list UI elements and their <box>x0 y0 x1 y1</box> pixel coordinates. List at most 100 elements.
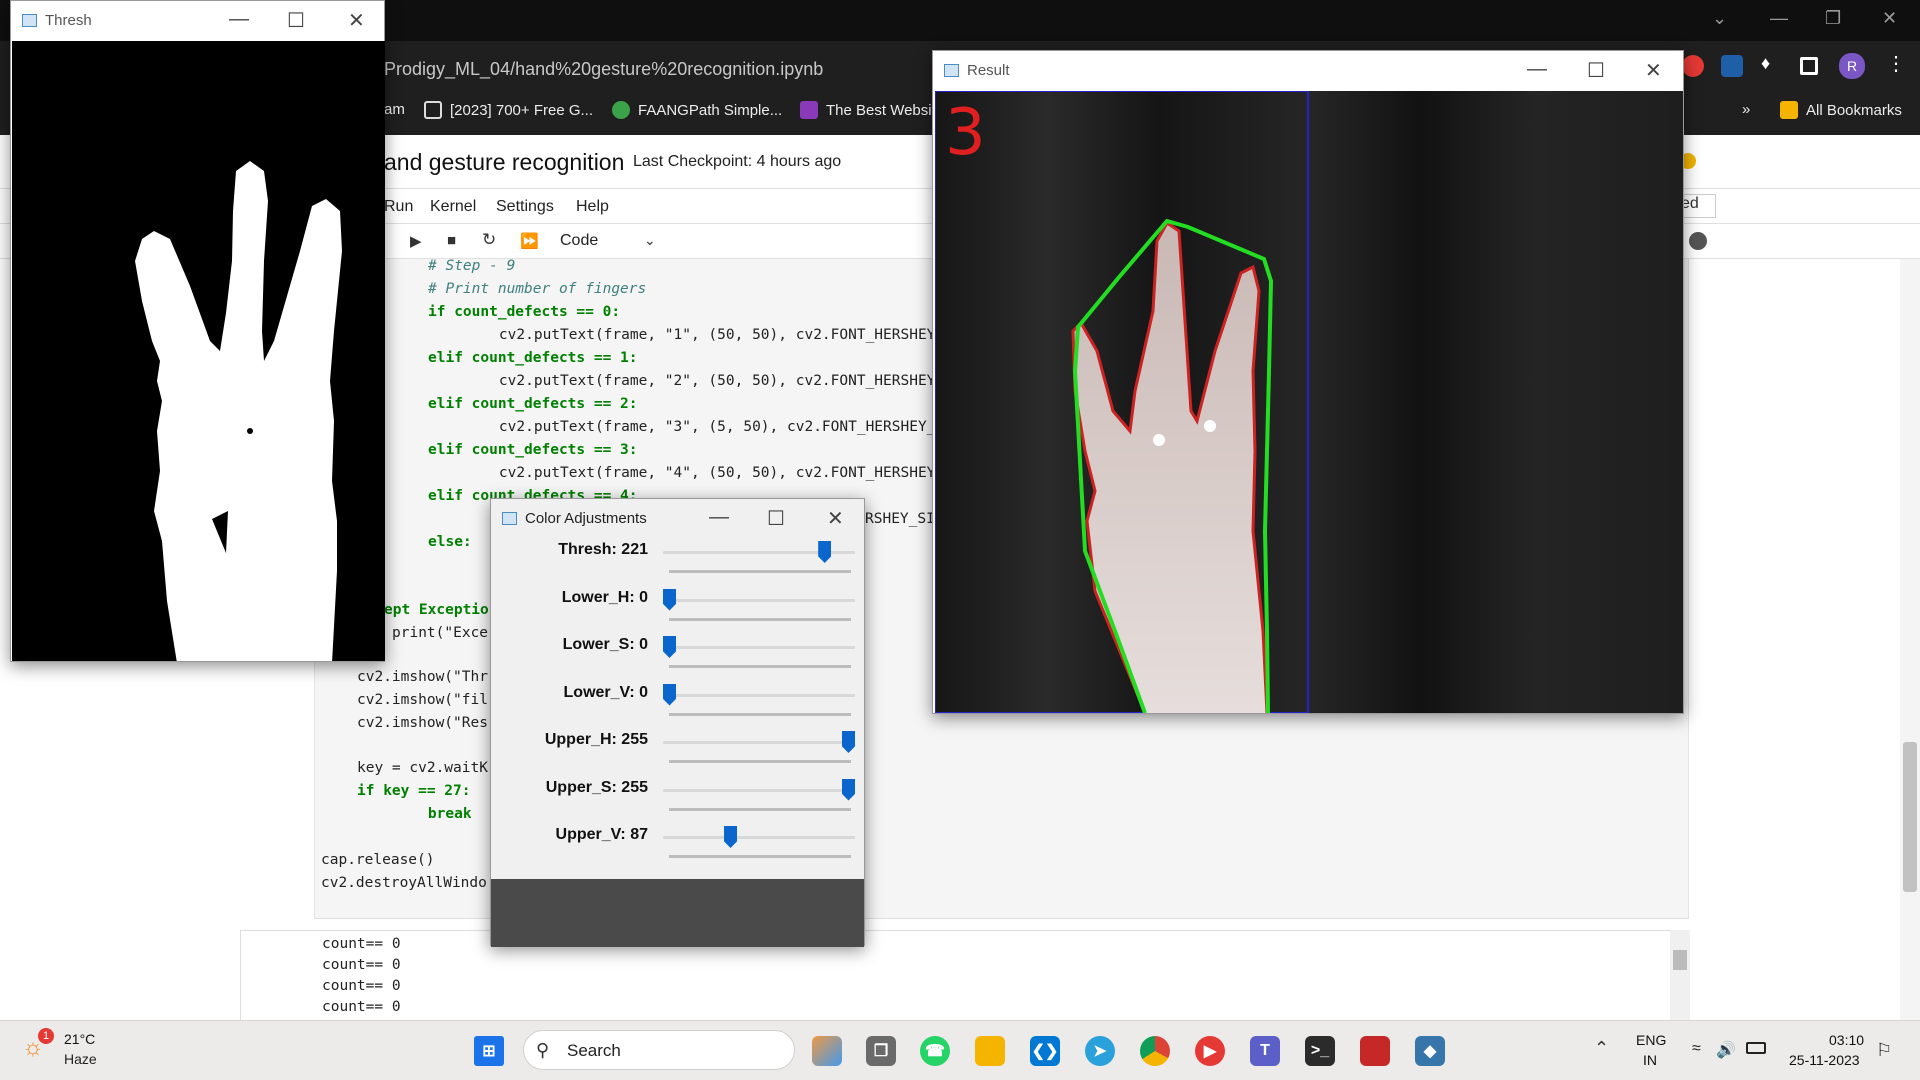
minimize-button[interactable]: — <box>229 8 249 31</box>
page-scrollbar-thumb[interactable] <box>1903 742 1917 892</box>
code-line[interactable]: cv2.putText(frame, "3", (5, 50), cv2.FON… <box>464 419 962 435</box>
weather-temperature[interactable]: 21°C <box>64 1031 95 1047</box>
tab-search-chevron-icon[interactable]: ⌄ <box>1712 8 1727 29</box>
clock-time[interactable]: 03:10 <box>1829 1032 1864 1048</box>
telegram-icon[interactable]: ➤ <box>1085 1036 1115 1066</box>
chevron-down-icon[interactable]: ⌄ <box>644 232 656 249</box>
bookmark-item[interactable]: am <box>384 101 405 118</box>
trackbar-thumb[interactable] <box>663 636 676 658</box>
extension-red-icon[interactable] <box>1682 55 1704 77</box>
output-scrollbar-thumb[interactable] <box>1673 950 1687 970</box>
browser-close-button[interactable]: ✕ <box>1882 8 1897 29</box>
output-scrollbar[interactable] <box>1670 930 1690 1020</box>
bookmarks-overflow-chevron[interactable]: » <box>1742 101 1750 118</box>
trackbar-track[interactable] <box>663 598 855 602</box>
all-bookmarks-button[interactable]: All Bookmarks <box>1780 101 1902 119</box>
taskbar-search-box[interactable] <box>523 1030 795 1070</box>
restart-kernel-icon[interactable]: ↻ <box>482 230 496 250</box>
snipping-tool-icon[interactable] <box>1360 1036 1390 1066</box>
stop-kernel-icon[interactable]: ■ <box>447 232 456 249</box>
task-view-icon[interactable]: ❐ <box>866 1036 896 1066</box>
trackbar-thumb[interactable] <box>663 683 676 706</box>
code-line[interactable]: cv2.imshow("fil <box>357 692 488 708</box>
code-line[interactable]: break <box>393 806 472 822</box>
puzzle-extensions-icon[interactable]: ♦ <box>1761 53 1783 75</box>
menu-settings[interactable]: Settings <box>496 198 554 216</box>
close-button[interactable]: ✕ <box>827 506 844 531</box>
browser-restore-button[interactable]: ❐ <box>1825 8 1841 29</box>
close-button[interactable]: ✕ <box>348 8 365 33</box>
profile-avatar[interactable]: R <box>1839 53 1865 79</box>
code-line[interactable]: # Print number of fingers <box>428 281 646 297</box>
color-adjustments-window[interactable]: Color Adjustments — ☐ ✕ Thresh: 221 Lower… <box>490 498 865 947</box>
window-titlebar[interactable] <box>933 51 1683 91</box>
url-text[interactable]: Prodigy_ML_04/hand%20gesture%20recogniti… <box>384 59 823 80</box>
wifi-icon[interactable]: ≈ <box>1692 1040 1701 1058</box>
code-line[interactable]: elif count_defects == 3: <box>428 442 638 458</box>
chevron-up-icon[interactable]: ⌃ <box>1594 1038 1609 1059</box>
menu-help[interactable]: Help <box>576 198 609 216</box>
maximize-button[interactable]: ☐ <box>287 8 305 33</box>
extension-blue-icon[interactable] <box>1721 55 1743 77</box>
notification-bell-icon[interactable]: ⚐ <box>1876 1040 1892 1061</box>
weather-condition[interactable]: Haze <box>64 1051 97 1067</box>
start-windows-icon[interactable]: ⊞ <box>474 1036 504 1066</box>
bookmark-item[interactable]: The Best Websit <box>800 101 936 119</box>
copilot-icon[interactable] <box>812 1036 842 1066</box>
code-line[interactable]: cv2.putText(frame, "2", (50, 50), cv2.FO… <box>464 373 962 389</box>
trackbar-thumb[interactable] <box>663 588 676 611</box>
bookmark-item[interactable]: FAANGPath Simple... <box>612 101 782 119</box>
fast-forward-icon[interactable]: ⏩ <box>520 232 539 250</box>
teams-icon[interactable]: T <box>1250 1036 1280 1066</box>
code-line[interactable]: cv2.imshow("Res <box>357 715 488 731</box>
code-line[interactable]: elif count_defects == 2: <box>428 396 638 412</box>
trackbar-track[interactable] <box>663 693 855 697</box>
trackbar-thumb[interactable] <box>842 731 855 753</box>
youtube-music-icon[interactable]: ▶ <box>1195 1036 1225 1066</box>
code-line[interactable]: # Step - 9 <box>428 258 515 274</box>
volume-icon[interactable]: 🔊 <box>1716 1040 1736 1060</box>
clock-date[interactable]: 25-11-2023 <box>1789 1052 1860 1068</box>
trackbar-track[interactable] <box>663 788 855 792</box>
minimize-button[interactable]: — <box>1527 58 1547 81</box>
code-line[interactable]: cv2.destroyAllWindo <box>321 875 487 891</box>
trackbar-thumb[interactable] <box>724 826 738 848</box>
code-line[interactable]: if key == 27: <box>357 783 471 799</box>
code-line[interactable]: ept Exceptio <box>384 602 489 618</box>
code-line[interactable]: if count_defects == 0: <box>428 304 620 320</box>
trackbar-track[interactable] <box>663 741 855 744</box>
run-cell-icon[interactable]: ▶ <box>410 232 422 250</box>
browser-minimize-button[interactable]: — <box>1770 8 1788 29</box>
code-line[interactable]: RSHEY_SI <box>865 511 935 527</box>
thresh-window[interactable]: Thresh — ☐ ✕ <box>10 0 385 662</box>
vscode-icon[interactable]: ❮❯ <box>1030 1036 1060 1066</box>
minimize-button[interactable]: — <box>709 506 729 529</box>
bookmark-item[interactable]: [2023] 700+ Free G... <box>424 101 593 119</box>
close-button[interactable]: ✕ <box>1645 58 1662 83</box>
file-explorer-icon[interactable] <box>975 1036 1005 1066</box>
trackbar-track[interactable] <box>663 836 855 839</box>
trackbar-thumb[interactable] <box>842 778 855 801</box>
python-icon[interactable]: ◆ <box>1415 1036 1445 1066</box>
code-line[interactable]: else: <box>428 534 472 550</box>
trackbar-track[interactable] <box>663 646 855 649</box>
sidepanel-icon[interactable] <box>1800 57 1818 75</box>
code-line[interactable]: print("Exce <box>392 625 488 641</box>
result-window[interactable]: Result — ☐ ✕ 3 <box>932 50 1684 714</box>
cell-type-select[interactable]: Code <box>560 232 598 250</box>
maximize-button[interactable]: ☐ <box>767 506 785 531</box>
menu-run[interactable]: Run <box>384 198 413 216</box>
code-line[interactable]: cv2.putText(frame, "1", (50, 50), cv2.FO… <box>464 327 962 343</box>
chrome-icon[interactable] <box>1140 1036 1170 1066</box>
region-indicator[interactable]: IN <box>1643 1052 1657 1068</box>
terminal-icon[interactable]: >_ <box>1305 1036 1335 1066</box>
code-line[interactable]: elif count_defects == 1: <box>428 350 638 366</box>
battery-icon[interactable] <box>1746 1042 1766 1054</box>
maximize-button[interactable]: ☐ <box>1587 58 1605 83</box>
code-line[interactable]: cap.release() <box>321 852 435 868</box>
menu-kernel[interactable]: Kernel <box>430 198 476 216</box>
notebook-title[interactable]: and gesture recognition <box>384 149 624 176</box>
page-scrollbar[interactable] <box>1900 259 1920 1020</box>
trackbar-thumb[interactable] <box>818 541 832 563</box>
whatsapp-icon[interactable]: ☎ <box>920 1036 950 1066</box>
